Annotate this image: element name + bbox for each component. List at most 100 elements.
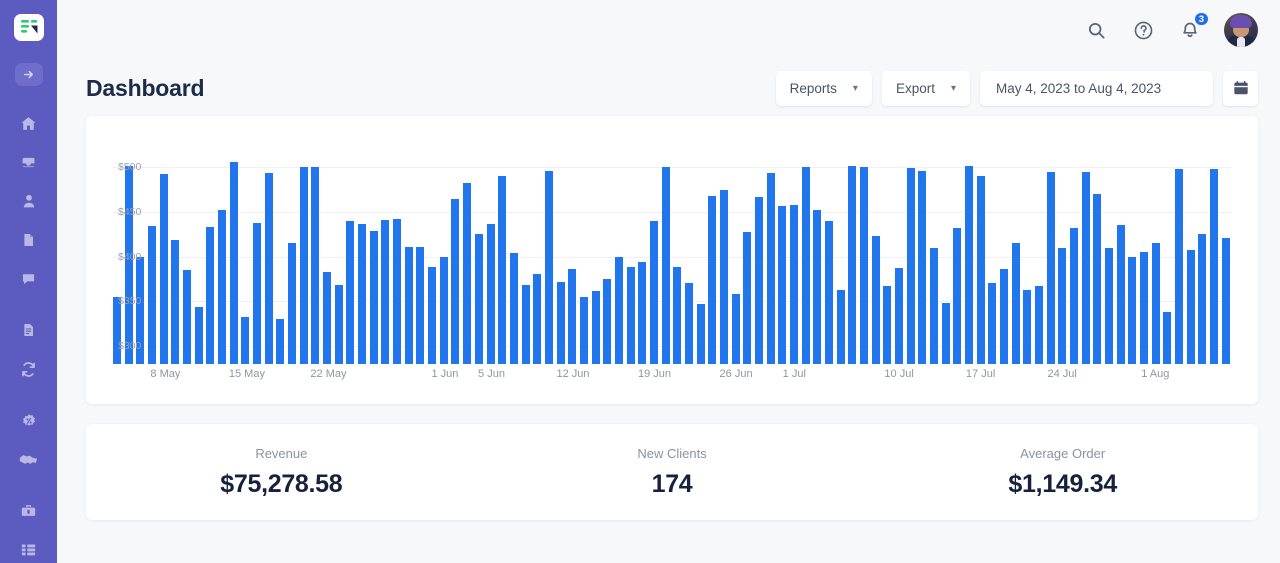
- chart-bar[interactable]: [451, 199, 460, 364]
- chart-bar[interactable]: [988, 283, 997, 364]
- chart-bar[interactable]: [346, 220, 355, 364]
- chart-bar[interactable]: [673, 267, 682, 364]
- chart-bar[interactable]: [638, 261, 647, 364]
- chart-bar[interactable]: [299, 166, 308, 364]
- chart-bar[interactable]: [439, 256, 448, 364]
- chart-bar[interactable]: [171, 239, 180, 364]
- sidebar-item-grid-list[interactable]: [12, 537, 46, 563]
- chart-bar[interactable]: [428, 267, 437, 364]
- chart-bar[interactable]: [159, 174, 168, 364]
- chart-bar[interactable]: [556, 281, 565, 364]
- chart-bar[interactable]: [813, 209, 822, 364]
- chart-bar[interactable]: [801, 166, 810, 364]
- chart-bar[interactable]: [930, 247, 939, 364]
- chart-bar[interactable]: [684, 282, 693, 364]
- chart-bar[interactable]: [486, 224, 495, 364]
- avatar[interactable]: [1224, 13, 1258, 47]
- chart-bar[interactable]: [848, 166, 857, 364]
- chart-bar[interactable]: [229, 161, 238, 364]
- chart-bar[interactable]: [1058, 248, 1067, 364]
- chart-bar[interactable]: [1105, 247, 1114, 364]
- bell-icon[interactable]: 3: [1177, 11, 1210, 43]
- chart-bar[interactable]: [533, 273, 542, 364]
- search-icon[interactable]: [1083, 17, 1109, 43]
- chart-bar[interactable]: [358, 224, 367, 364]
- chart-bar[interactable]: [836, 289, 845, 364]
- chart-bar[interactable]: [953, 227, 962, 364]
- reports-dropdown[interactable]: Reports ▾: [775, 70, 872, 106]
- chart-bar[interactable]: [369, 231, 378, 364]
- chart-bar[interactable]: [918, 171, 927, 364]
- chart-bar[interactable]: [579, 296, 588, 364]
- chart-bar[interactable]: [976, 175, 985, 364]
- chart-bar[interactable]: [906, 167, 915, 364]
- chart-bar[interactable]: [1081, 172, 1090, 364]
- chart-bar[interactable]: [463, 183, 472, 364]
- chart-bar[interactable]: [778, 206, 787, 364]
- chart-bar[interactable]: [311, 166, 320, 364]
- chart-bar[interactable]: [381, 219, 390, 364]
- export-dropdown[interactable]: Export ▾: [881, 70, 970, 106]
- chart-bar[interactable]: [568, 269, 577, 364]
- chart-bar[interactable]: [194, 306, 203, 364]
- sidebar-item-chat[interactable]: [12, 266, 46, 293]
- chart-bar[interactable]: [1151, 243, 1160, 364]
- date-range-input[interactable]: May 4, 2023 to Aug 4, 2023: [980, 70, 1213, 106]
- chart-bar[interactable]: [1070, 227, 1079, 364]
- chart-bar[interactable]: [1140, 252, 1149, 364]
- chart-bar[interactable]: [253, 223, 262, 364]
- chart-bar[interactable]: [743, 232, 752, 364]
- chart-bar[interactable]: [1116, 225, 1125, 364]
- chart-bar[interactable]: [1210, 168, 1219, 364]
- chart-bar[interactable]: [509, 252, 518, 364]
- chart-bar[interactable]: [148, 226, 157, 364]
- calendar-button[interactable]: [1223, 70, 1258, 106]
- chart-bar[interactable]: [941, 303, 950, 364]
- chart-bar[interactable]: [1023, 289, 1032, 364]
- app-logo-icon[interactable]: [13, 14, 44, 41]
- chart-bar[interactable]: [323, 271, 332, 364]
- chart-bar[interactable]: [1186, 250, 1195, 364]
- sidebar-item-inbox[interactable]: [12, 149, 46, 176]
- chart-bar[interactable]: [1163, 312, 1172, 364]
- chart-bar[interactable]: [1198, 234, 1207, 364]
- chart-bar[interactable]: [591, 290, 600, 364]
- help-circle-icon[interactable]: [1130, 17, 1156, 43]
- chart-bar[interactable]: [824, 220, 833, 364]
- sidebar-item-refresh-sync[interactable]: [12, 356, 46, 383]
- chart-bar[interactable]: [754, 196, 763, 364]
- chart-bar[interactable]: [1011, 243, 1020, 364]
- chart-bar[interactable]: [124, 166, 133, 364]
- sidebar-item-user[interactable]: [12, 188, 46, 215]
- chart-bar[interactable]: [1175, 168, 1184, 364]
- chart-bar[interactable]: [661, 166, 670, 364]
- chart-bar[interactable]: [696, 304, 705, 364]
- chart-bar[interactable]: [1000, 269, 1009, 364]
- chart-bar[interactable]: [404, 246, 413, 364]
- chart-bar[interactable]: [1046, 172, 1055, 364]
- chart-bar[interactable]: [276, 319, 285, 364]
- chart-bar[interactable]: [895, 268, 904, 364]
- chart-bar[interactable]: [183, 269, 192, 364]
- sidebar-item-login-arrow[interactable]: [14, 62, 43, 86]
- sidebar-item-home[interactable]: [12, 110, 46, 137]
- chart-bar[interactable]: [789, 205, 798, 364]
- sidebar-item-toolbox[interactable]: [12, 498, 46, 525]
- chart-bar[interactable]: [649, 220, 658, 364]
- chart-bar[interactable]: [1035, 286, 1044, 364]
- sidebar-item-file-text[interactable]: [12, 317, 46, 344]
- chart-bar[interactable]: [264, 173, 273, 364]
- chart-bar[interactable]: [626, 267, 635, 364]
- chart-bar[interactable]: [708, 195, 717, 364]
- chart-bar[interactable]: [719, 190, 728, 364]
- chart-bar[interactable]: [860, 166, 868, 364]
- chart-bar[interactable]: [334, 285, 343, 364]
- chart-bar[interactable]: [883, 286, 892, 364]
- chart-bar[interactable]: [766, 173, 775, 364]
- chart-bar[interactable]: [521, 285, 530, 364]
- chart-bar[interactable]: [241, 316, 250, 364]
- chart-bar[interactable]: [498, 175, 507, 364]
- sidebar-item-handshake[interactable]: [12, 446, 46, 473]
- chart-bar[interactable]: [965, 166, 974, 364]
- chart-bar[interactable]: [474, 234, 483, 364]
